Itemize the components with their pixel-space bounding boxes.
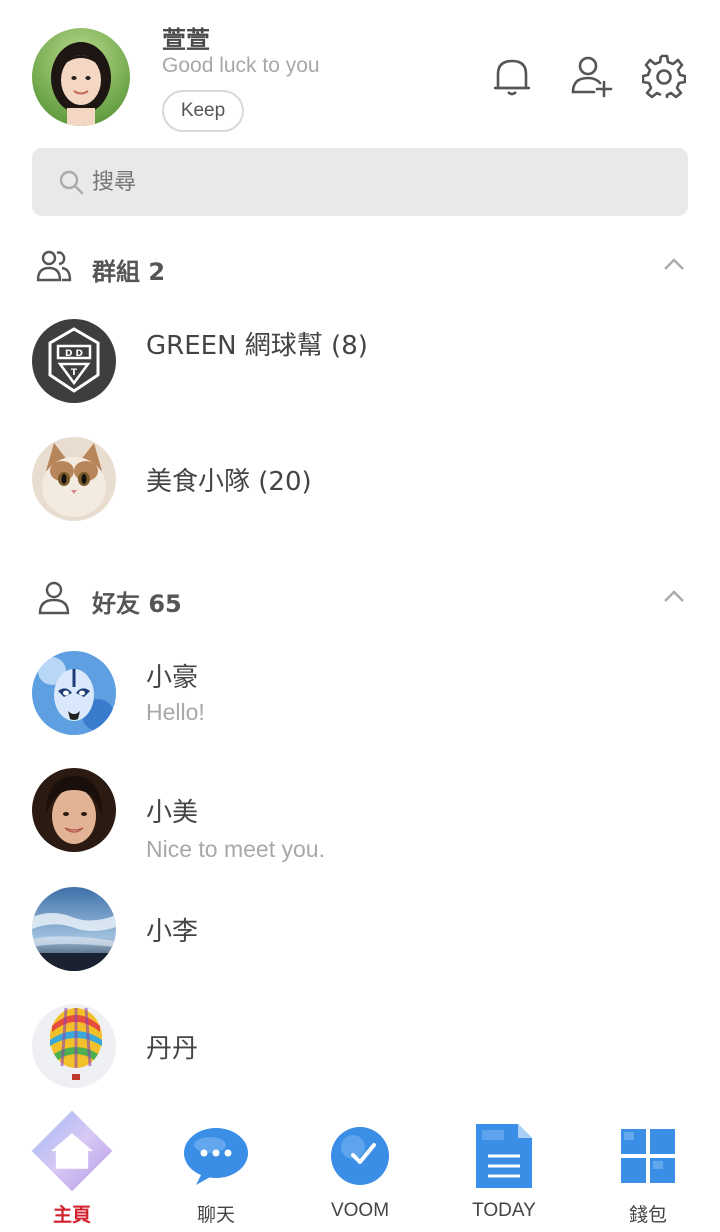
friend-row[interactable]: 小豪 Hello! <box>0 651 720 751</box>
friend-name: 小李 <box>146 917 199 947</box>
friend-row[interactable]: 小美 Nice to meet you. <box>0 768 720 868</box>
friend-row[interactable]: 丹丹 <box>0 1004 720 1104</box>
tab-label: VOOM <box>330 1200 390 1221</box>
chat-icon <box>174 1116 258 1196</box>
groups-section-header[interactable]: 群組 2 <box>0 238 720 298</box>
friend-avatar-mask <box>32 651 116 735</box>
tab-wallet[interactable]: 錢包 <box>576 1100 720 1232</box>
group-row[interactable]: 美食小隊 (20) <box>0 437 720 537</box>
friend-icon <box>38 581 70 615</box>
clock-icon <box>318 1116 402 1196</box>
tab-voom[interactable]: VOOM <box>288 1100 432 1232</box>
tab-home[interactable]: 主頁 <box>0 1100 144 1232</box>
group-icon <box>36 250 72 282</box>
search-icon <box>59 170 84 195</box>
friend-row[interactable]: 小李 <box>0 887 720 987</box>
add-friend-icon[interactable] <box>570 52 614 98</box>
gear-icon[interactable] <box>641 52 687 99</box>
friends-section-header[interactable]: 好友 65 <box>0 570 720 630</box>
search-input[interactable] <box>92 169 652 195</box>
profile-header: 萱萱 Good luck to you Keep <box>0 0 720 140</box>
friend-name: 小豪 <box>146 663 199 693</box>
friend-status: Nice to meet you. <box>146 836 325 862</box>
group-name: 美食小隊 (20) <box>146 467 312 497</box>
wallet-grid-icon <box>606 1116 690 1196</box>
group-avatar-cat <box>32 437 116 521</box>
tab-label: 錢包 <box>628 1205 667 1226</box>
profile-avatar[interactable] <box>32 28 130 126</box>
profile-name: 萱萱 <box>162 26 210 54</box>
tab-chat[interactable]: 聊天 <box>144 1100 288 1232</box>
profile-status-message: Good luck to you <box>162 54 320 77</box>
svg-text:T: T <box>71 368 78 378</box>
news-icon <box>462 1116 546 1196</box>
svg-text:D D: D D <box>65 349 83 359</box>
friend-name: 小美 <box>146 798 199 828</box>
tab-label: 聊天 <box>196 1205 235 1226</box>
group-name: GREEN 網球幫 (8) <box>146 331 368 361</box>
bell-icon[interactable] <box>490 52 534 98</box>
search-bar[interactable] <box>32 148 688 216</box>
bottom-tab-bar: 主頁 聊天 VOOM TODAY 錢包 <box>0 1100 720 1232</box>
friend-avatar-woman <box>32 768 116 852</box>
friends-section-title: 好友 65 <box>92 590 182 618</box>
group-avatar-green-tennis: D D T <box>32 319 116 403</box>
tab-label: 主頁 <box>52 1205 91 1226</box>
friend-status: Hello! <box>146 699 205 725</box>
groups-section-title: 群組 2 <box>92 258 166 286</box>
keep-button[interactable]: Keep <box>162 90 244 132</box>
home-icon <box>30 1110 114 1196</box>
tab-today[interactable]: TODAY <box>432 1100 576 1232</box>
friend-avatar-sky <box>32 887 116 971</box>
friend-avatar-balloon <box>32 1004 116 1088</box>
chevron-up-icon[interactable] <box>662 256 686 272</box>
group-row[interactable]: D D T GREEN 網球幫 (8) <box>0 319 720 419</box>
friend-name: 丹丹 <box>146 1034 199 1064</box>
tab-label: TODAY <box>472 1200 536 1221</box>
chevron-up-icon[interactable] <box>662 588 686 604</box>
